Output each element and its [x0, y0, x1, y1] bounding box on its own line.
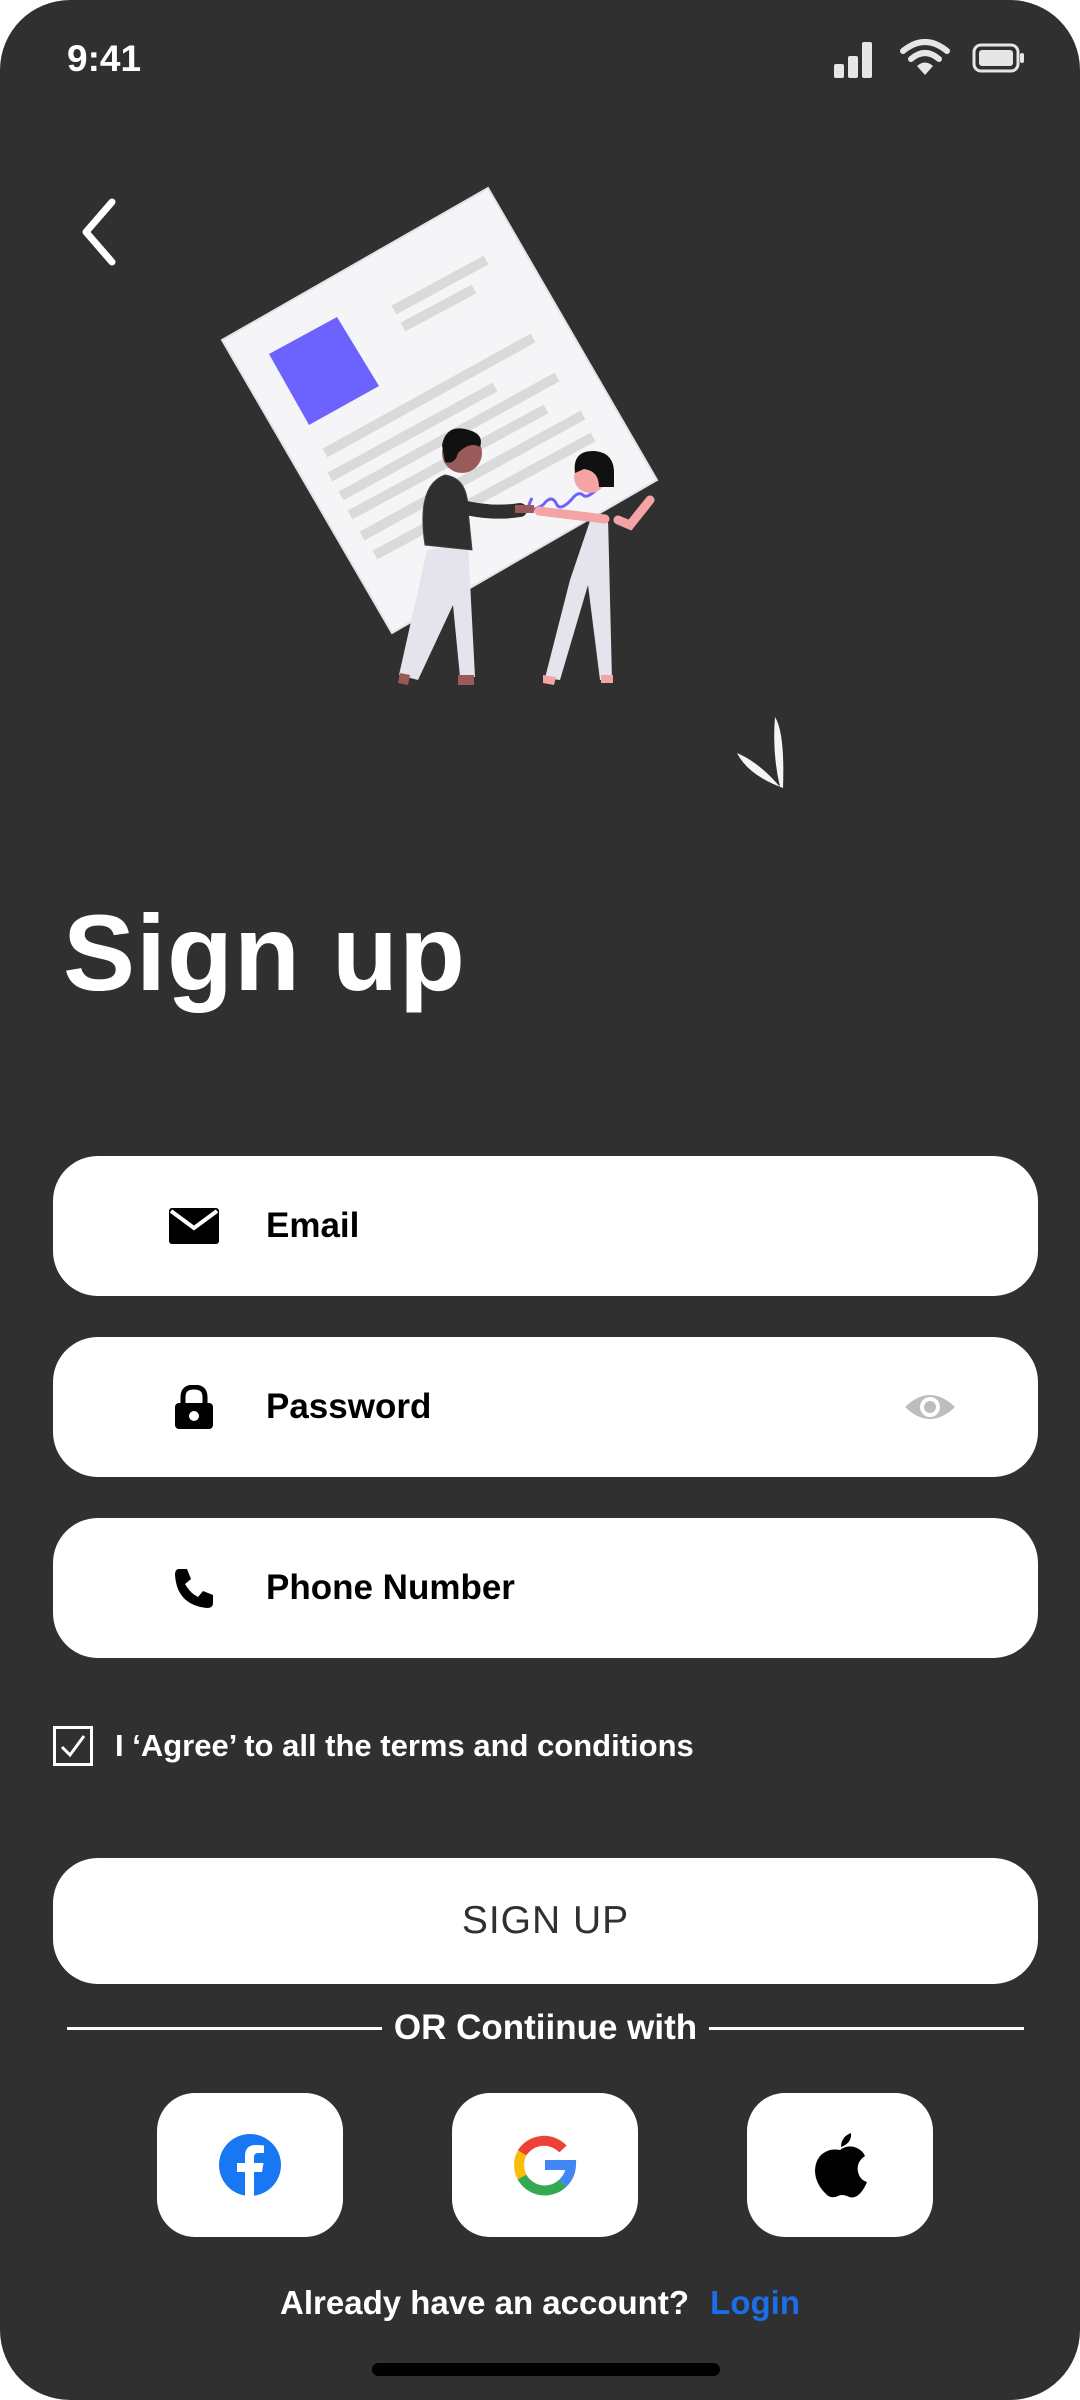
page-title: Sign up	[63, 892, 466, 1013]
email-field[interactable]	[53, 1155, 1038, 1297]
google-login-button[interactable]	[452, 2093, 638, 2237]
lock-icon	[164, 1385, 224, 1429]
continue-with-divider: OR Contiinue with	[67, 2006, 1025, 2050]
footer-prompt-text: Already have an account?	[280, 2284, 689, 2321]
password-field[interactable]	[53, 1336, 1038, 1478]
leaf-decoration	[737, 717, 784, 788]
signup-illustration	[220, 186, 784, 788]
email-input[interactable]	[264, 1155, 1038, 1297]
home-indicator	[372, 2363, 720, 2376]
google-icon	[514, 2135, 577, 2196]
battery-icon	[972, 43, 1026, 78]
sign-up-button[interactable]: SIGN UP	[53, 1858, 1038, 1984]
envelope-icon	[164, 1208, 224, 1244]
facebook-icon	[219, 2134, 281, 2197]
facebook-login-button[interactable]	[157, 2093, 343, 2237]
status-time: 9:41	[67, 38, 142, 79]
login-link[interactable]: Login	[710, 2284, 800, 2321]
login-prompt: Already have an account? Login	[0, 2284, 1080, 2322]
back-button[interactable]	[72, 192, 132, 272]
signup-screen: 9:41 Sign up Email Phone Number I ‘Agree…	[0, 0, 1080, 2400]
phone-input[interactable]	[264, 1517, 1038, 1659]
terms-agreement: I ‘Agree’ to all the terms and condition…	[53, 1726, 694, 1766]
chevron-left-icon	[82, 198, 116, 266]
terms-checkbox[interactable]	[53, 1726, 93, 1766]
divider-text: OR Contiinue with	[393, 2008, 698, 2047]
check-icon	[60, 1735, 86, 1758]
divider-line-right	[709, 2026, 1025, 2030]
status-icons	[834, 38, 1026, 83]
phone-field[interactable]	[53, 1517, 1038, 1659]
phone-icon	[164, 1567, 224, 1609]
apple-login-button[interactable]	[747, 2093, 933, 2237]
apple-icon	[815, 2133, 867, 2198]
terms-label: I ‘Agree’ to all the terms and condition…	[115, 1728, 694, 1763]
eye-icon[interactable]	[902, 1379, 958, 1435]
divider-line-left	[67, 2026, 382, 2030]
wifi-icon	[900, 39, 950, 82]
cellular-signal-icon	[834, 38, 878, 83]
